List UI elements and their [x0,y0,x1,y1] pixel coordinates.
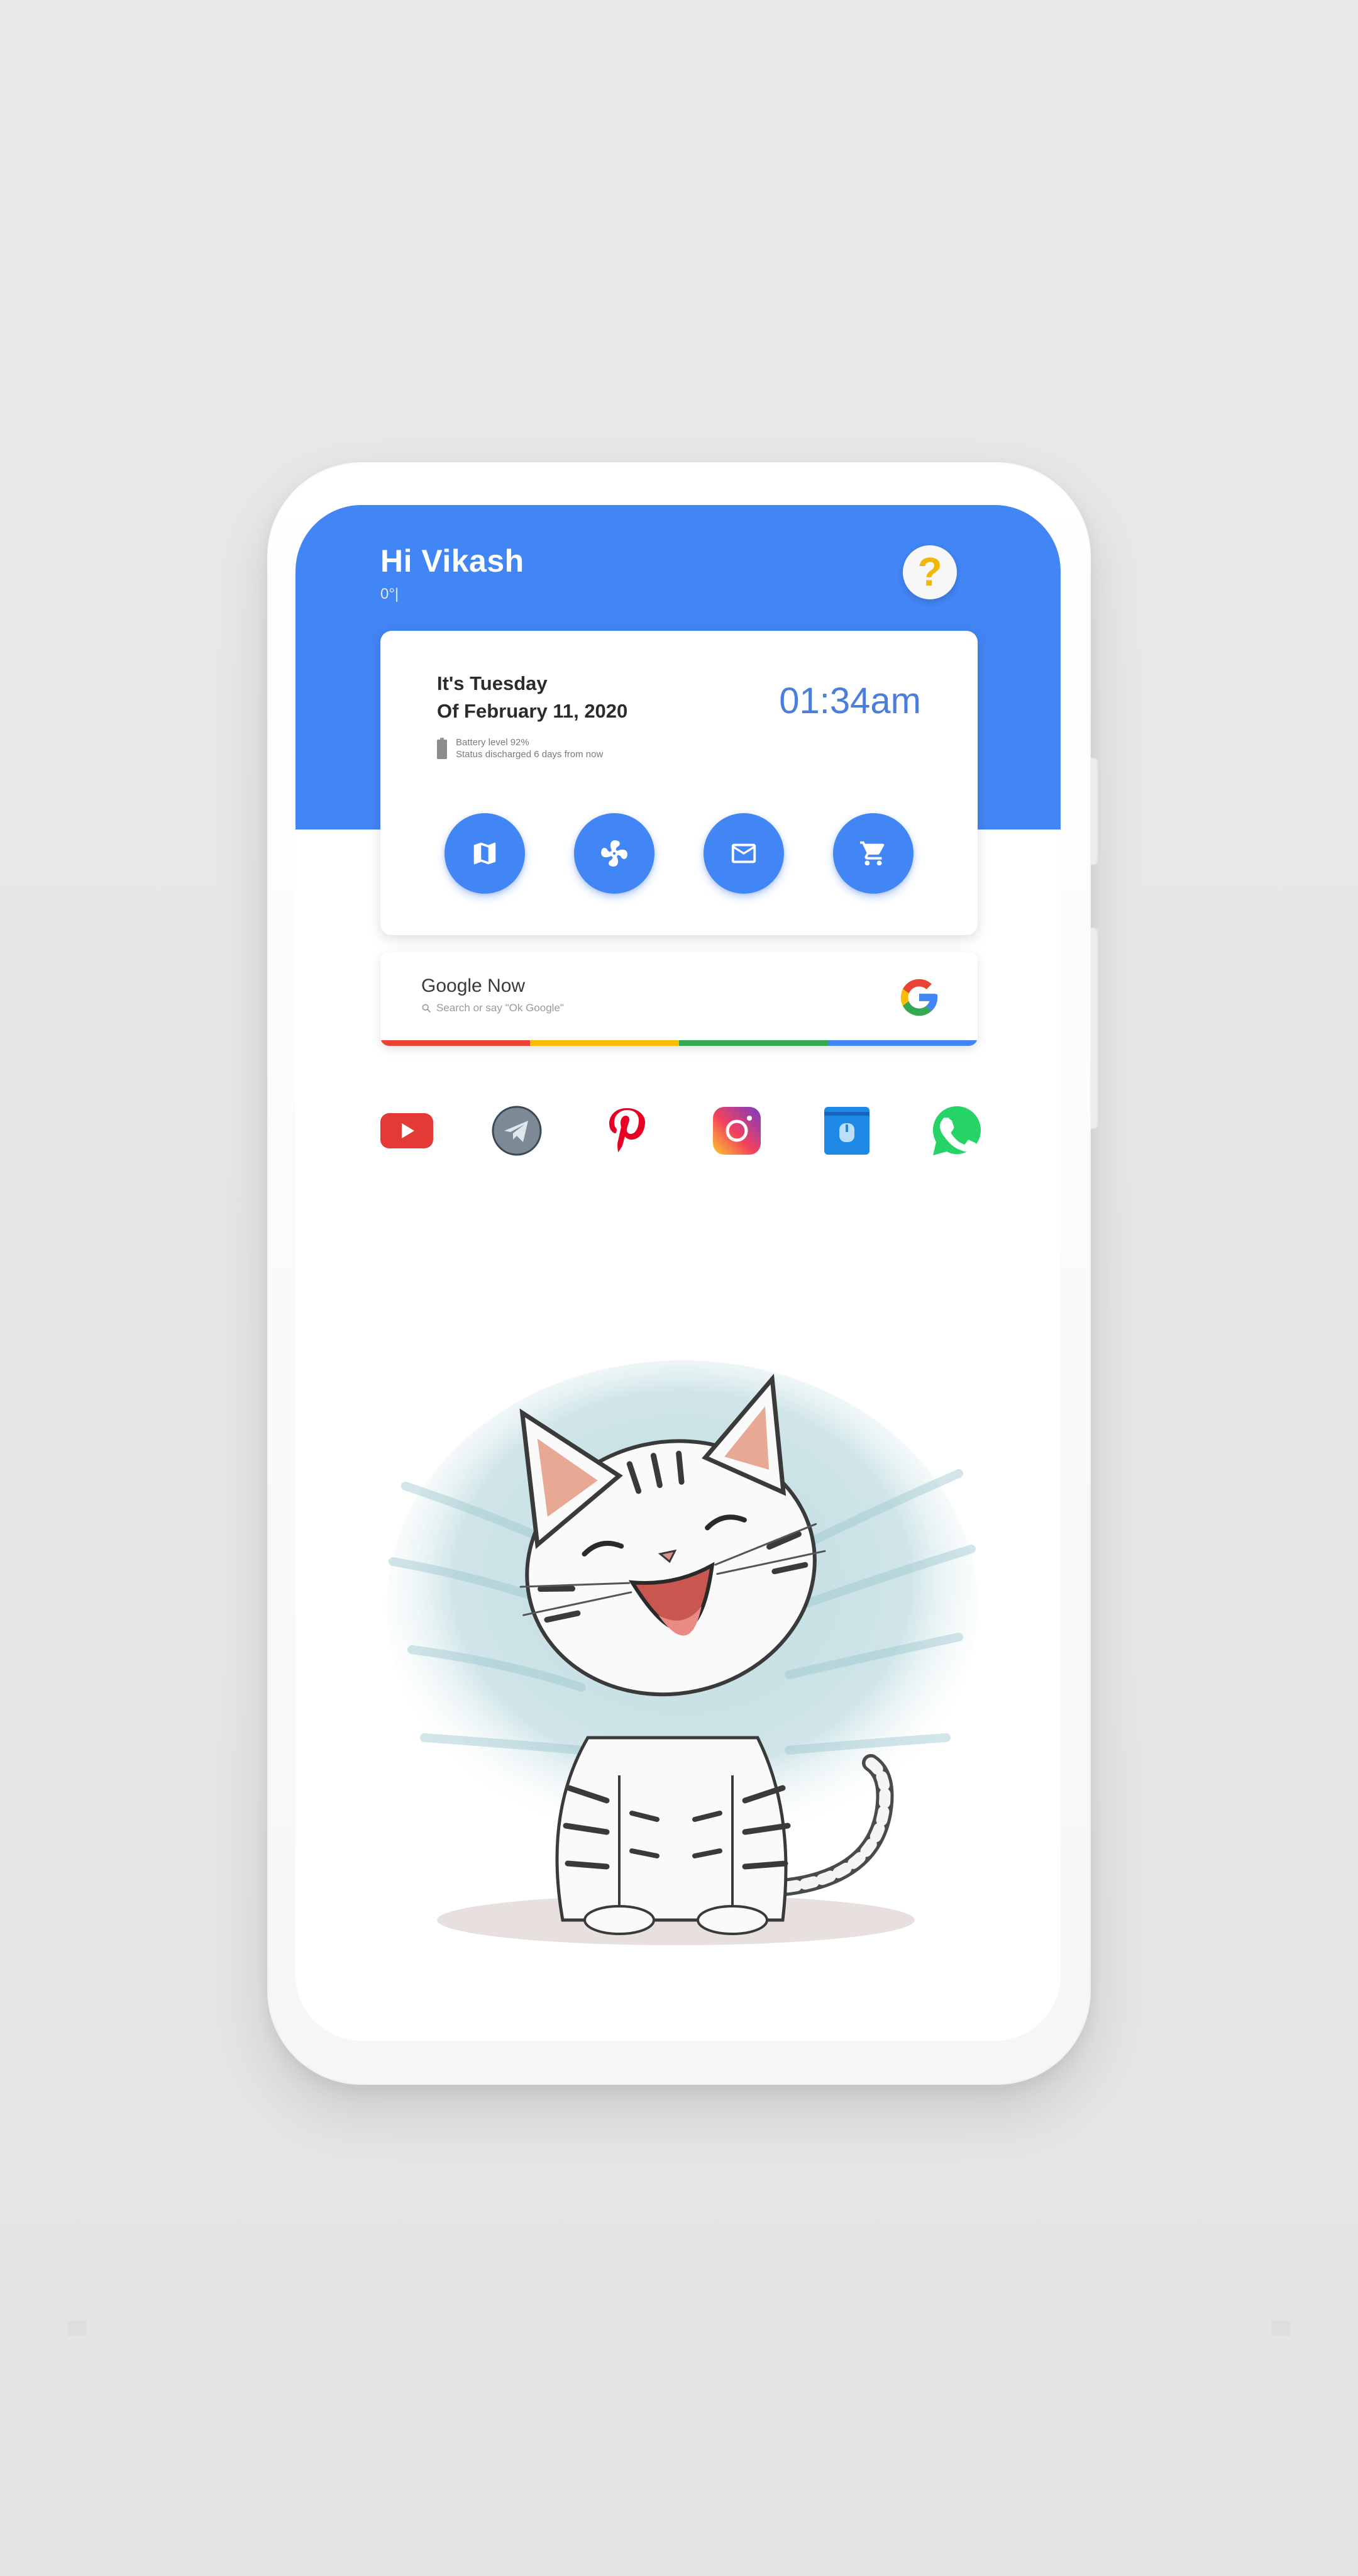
mail-button[interactable] [704,813,784,894]
color-bar-blue [828,1040,978,1046]
google-color-bar [380,1040,978,1046]
color-bar-yellow [529,1040,679,1046]
home-screen: Hi Vikash 0°| ? It's Tuesday Of February… [295,505,1061,2041]
telegram-icon [492,1106,542,1156]
fan-icon [601,840,627,867]
search-widget-title: Google Now [421,975,526,996]
greeting-text: Hi Vikash [380,543,524,579]
pinterest-icon [609,1108,645,1152]
day-text: It's Tuesday [437,672,548,694]
quick-actions-row [380,813,978,895]
power-button [1091,758,1098,865]
google-logo-icon[interactable] [897,975,941,1019]
search-placeholder: Search or say "Ok Google" [436,1002,564,1014]
corner-mark-right [1271,2321,1290,2336]
help-button[interactable]: ? [903,545,957,599]
search-icon [422,1004,431,1013]
search-input[interactable]: Search or say "Ok Google" [421,1002,564,1014]
files-icon [824,1107,869,1155]
page-background: Hi Vikash 0°| ? It's Tuesday Of February… [0,0,1358,2576]
battery-info: Battery level 92% Status discharged 6 da… [437,736,603,760]
phone-mockup: Hi Vikash 0°| ? It's Tuesday Of February… [267,462,1098,2085]
app-telegram[interactable] [489,1102,545,1159]
cart-icon [859,841,885,866]
app-pinterest[interactable] [599,1102,655,1159]
volume-button [1091,928,1098,1129]
maps-button[interactable] [444,813,525,894]
map-icon [473,842,496,865]
fan-button[interactable] [574,813,654,894]
battery-status-text: Status discharged 6 days from now [456,749,604,760]
app-files[interactable] [819,1102,875,1159]
instagram-icon [713,1107,761,1155]
clock-widget-card[interactable]: It's Tuesday Of February 11, 2020 01:34a… [380,631,978,935]
temperature-text: 0°| [380,586,399,602]
app-instagram[interactable] [709,1102,765,1159]
battery-icon [437,738,447,759]
app-youtube[interactable] [378,1102,435,1159]
color-bar-green [679,1040,829,1046]
clock-time[interactable]: 01:34am [779,680,921,722]
kitten-wallpaper-illustration [387,1360,978,1945]
svg-text:?: ? [917,551,942,594]
app-dock [295,1102,1061,1165]
mail-icon [731,843,756,863]
app-whatsapp[interactable] [929,1102,985,1159]
youtube-icon [380,1113,433,1148]
whatsapp-icon [933,1106,981,1155]
corner-mark-left [68,2321,87,2336]
date-text: Of February 11, 2020 [437,700,628,722]
color-bar-red [380,1040,530,1046]
google-search-widget[interactable]: Google Now Search or say "Ok Google" [380,952,978,1046]
shop-button[interactable] [833,813,914,894]
question-mark-icon: ? [917,551,942,594]
battery-level-text: Battery level 92% [456,737,529,748]
